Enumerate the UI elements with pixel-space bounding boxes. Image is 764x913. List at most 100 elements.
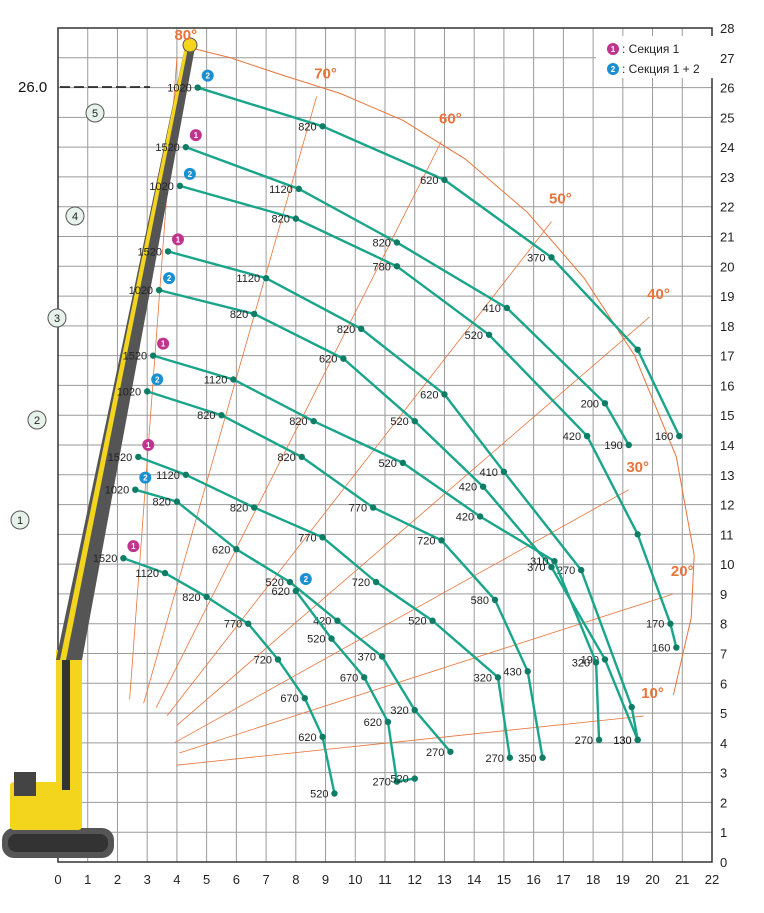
data-point — [301, 694, 308, 702]
load-label: 1120 — [236, 273, 260, 285]
height-marker: 26.0 — [18, 79, 150, 96]
load-label: 770 — [298, 532, 316, 544]
section-badge-num: 2 — [167, 274, 172, 283]
load-label: 780 — [373, 261, 391, 273]
data-point — [161, 569, 169, 577]
data-point — [358, 325, 365, 333]
y-tick-label: 2 — [720, 795, 727, 810]
y-tick-label: 24 — [720, 140, 734, 155]
load-label: 1520 — [108, 452, 132, 464]
height-marker-label: 26.0 — [18, 79, 47, 96]
angle-label: 30° — [626, 459, 649, 476]
y-tick-label: 10 — [720, 557, 734, 572]
load-label: 820 — [373, 237, 391, 249]
data-point — [360, 674, 368, 681]
y-tick-label: 3 — [720, 766, 727, 781]
load-label: 130 — [613, 735, 631, 747]
data-point — [120, 554, 127, 562]
section-badge-num: 1 — [161, 340, 166, 349]
data-point — [245, 620, 252, 627]
data-point — [667, 620, 674, 627]
load-label: 820 — [271, 214, 289, 226]
data-point — [298, 453, 305, 461]
y-tick-label: 23 — [720, 170, 734, 185]
y-tick-label: 15 — [720, 408, 734, 423]
series-6: 1020 820 820 770 720 580 430 350 2 — [117, 373, 546, 765]
load-label: 620 — [298, 732, 316, 744]
y-tick-label: 20 — [720, 259, 734, 274]
load-label: 620 — [364, 717, 382, 729]
data-point — [601, 400, 609, 407]
load-label: 720 — [352, 577, 370, 589]
data-point — [500, 468, 508, 476]
y-tick-label: 16 — [720, 378, 734, 393]
data-point — [393, 239, 401, 246]
section-badge-num: 2 — [188, 170, 193, 179]
data-point — [143, 388, 151, 395]
angle-label: 40° — [647, 286, 670, 303]
section-badge-num: 1 — [176, 235, 181, 244]
y-tick-label: 6 — [720, 676, 727, 691]
data-point — [479, 483, 487, 490]
data-point — [173, 498, 181, 505]
angle-lattice — [129, 48, 695, 766]
x-tick-label: 22 — [705, 872, 719, 887]
load-label: 720 — [254, 654, 272, 666]
load-label: 520 — [390, 774, 408, 786]
x-tick-label: 0 — [54, 872, 61, 887]
data-point — [411, 417, 418, 425]
angle-label: 50° — [549, 191, 572, 208]
angle-label: 20° — [671, 563, 694, 580]
x-tick-label: 17 — [556, 872, 570, 887]
y-tick-label: 25 — [720, 110, 734, 125]
data-point — [194, 84, 201, 91]
data-point — [149, 352, 157, 359]
load-label: 520 — [408, 616, 426, 628]
crane-drawing — [2, 37, 198, 858]
load-label: 820 — [182, 592, 200, 604]
load-label: 170 — [646, 619, 664, 631]
data-point — [551, 557, 558, 565]
data-point — [286, 578, 294, 586]
load-label: 160 — [652, 643, 670, 655]
load-label: 1020 — [117, 386, 141, 398]
y-tick-label: 12 — [720, 498, 734, 513]
data-point — [578, 566, 585, 574]
load-label: 1020 — [105, 485, 129, 497]
load-label: 270 — [485, 753, 503, 765]
load-label: 820 — [277, 452, 295, 464]
legend-badge-num: 2 — [611, 65, 616, 74]
load-label: 820 — [230, 503, 248, 515]
series-8: 10208206205204203703202702 — [105, 471, 454, 759]
load-label: 520 — [378, 458, 396, 470]
load-label: 620 — [420, 175, 438, 187]
x-tick-label: 9 — [322, 872, 329, 887]
load-label: 770 — [349, 503, 367, 515]
y-tick-label: 21 — [720, 230, 734, 245]
y-tick-label: 11 — [720, 527, 734, 542]
load-label: 420 — [563, 431, 581, 443]
data-point — [411, 775, 418, 782]
load-label: 520 — [307, 634, 325, 646]
legend-label: : Секция 1 — [622, 42, 680, 56]
data-point — [583, 432, 591, 440]
crane-base — [2, 650, 114, 858]
boom-stage-num: 1 — [17, 515, 23, 527]
angle-label: 10° — [641, 685, 664, 702]
load-label: 820 — [298, 121, 316, 133]
load-label: 520 — [390, 416, 408, 428]
load-chart: 1020820620370160215201120820410200190110… — [2, 21, 734, 887]
section-badge-num: 1 — [146, 441, 151, 450]
legend-label: : Секция 1 + 2 — [622, 62, 700, 76]
data-point — [676, 432, 683, 440]
data-point — [164, 248, 172, 255]
data-point — [411, 706, 418, 714]
load-label: 1520 — [93, 553, 117, 565]
section-badge-num: 2 — [304, 575, 309, 584]
y-tick-label: 1 — [720, 825, 727, 840]
angle-label: 80° — [174, 27, 197, 44]
load-label: 820 — [153, 497, 171, 509]
load-label: 420 — [459, 482, 477, 494]
data-point — [494, 674, 502, 681]
load-label: 620 — [420, 389, 438, 401]
